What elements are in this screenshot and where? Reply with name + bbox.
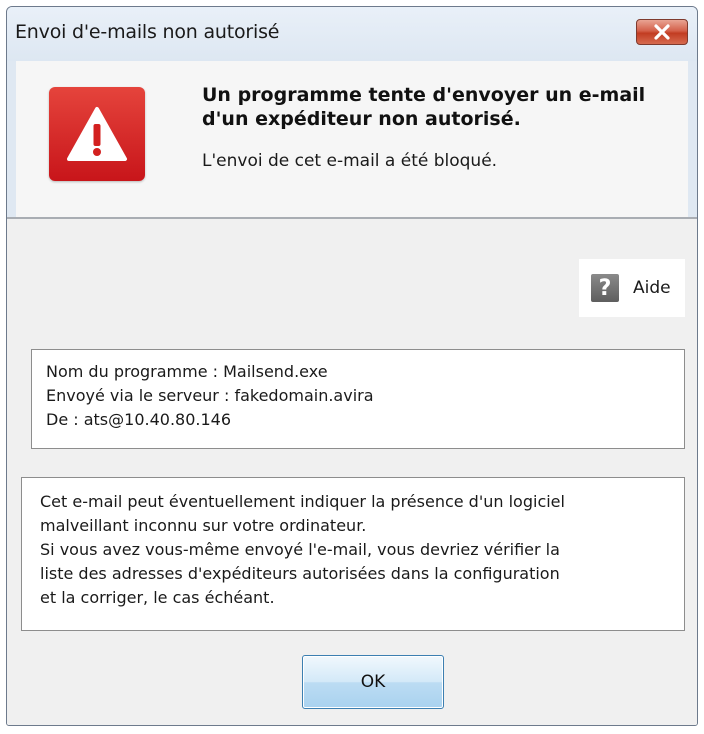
- sender-address: De : ats@10.40.80.146: [46, 410, 232, 429]
- title-bar[interactable]: Envoi d'e-mails non autorisé: [7, 7, 697, 61]
- message-box: Cet e-mail peut éventuellement indiquer …: [21, 477, 685, 631]
- warning-icon: [49, 87, 145, 181]
- message-line: malveillant inconnu sur votre ordinateur…: [40, 516, 367, 535]
- server-name: Envoyé via le serveur : fakedomain.avira: [46, 386, 374, 405]
- body-panel: ? Aide Nom du programme : Mailsend.exe E…: [7, 219, 697, 725]
- help-label: Aide: [633, 278, 671, 298]
- program-name: Nom du programme : Mailsend.exe: [46, 362, 328, 381]
- header-title: Un programme tente d'envoyer un e-mail d…: [202, 83, 672, 131]
- message-line: Cet e-mail peut éventuellement indiquer …: [40, 492, 565, 511]
- header-subtitle: L'envoi de cet e-mail a été bloqué.: [202, 151, 498, 171]
- help-button[interactable]: ? Aide: [579, 259, 685, 317]
- message-line: Si vous avez vous-même envoyé l'e-mail, …: [40, 540, 560, 559]
- close-button[interactable]: [636, 19, 688, 45]
- help-icon: ?: [591, 274, 619, 302]
- header-title-line1: Un programme tente d'envoyer un e-mail: [202, 84, 646, 106]
- ok-button[interactable]: OK: [302, 655, 444, 709]
- header-title-line2: d'un expéditeur non autorisé.: [202, 108, 521, 130]
- message-line: et la corriger, le cas échéant.: [40, 588, 275, 607]
- window-title: Envoi d'e-mails non autorisé: [15, 21, 280, 43]
- close-icon: [654, 24, 670, 40]
- header-panel: Un programme tente d'envoyer un e-mail d…: [16, 61, 688, 221]
- details-box: Nom du programme : Mailsend.exe Envoyé v…: [31, 349, 685, 449]
- message-line: liste des adresses d'expéditeurs autoris…: [40, 564, 560, 583]
- dialog-window: Envoi d'e-mails non autorisé Un programm…: [6, 6, 698, 726]
